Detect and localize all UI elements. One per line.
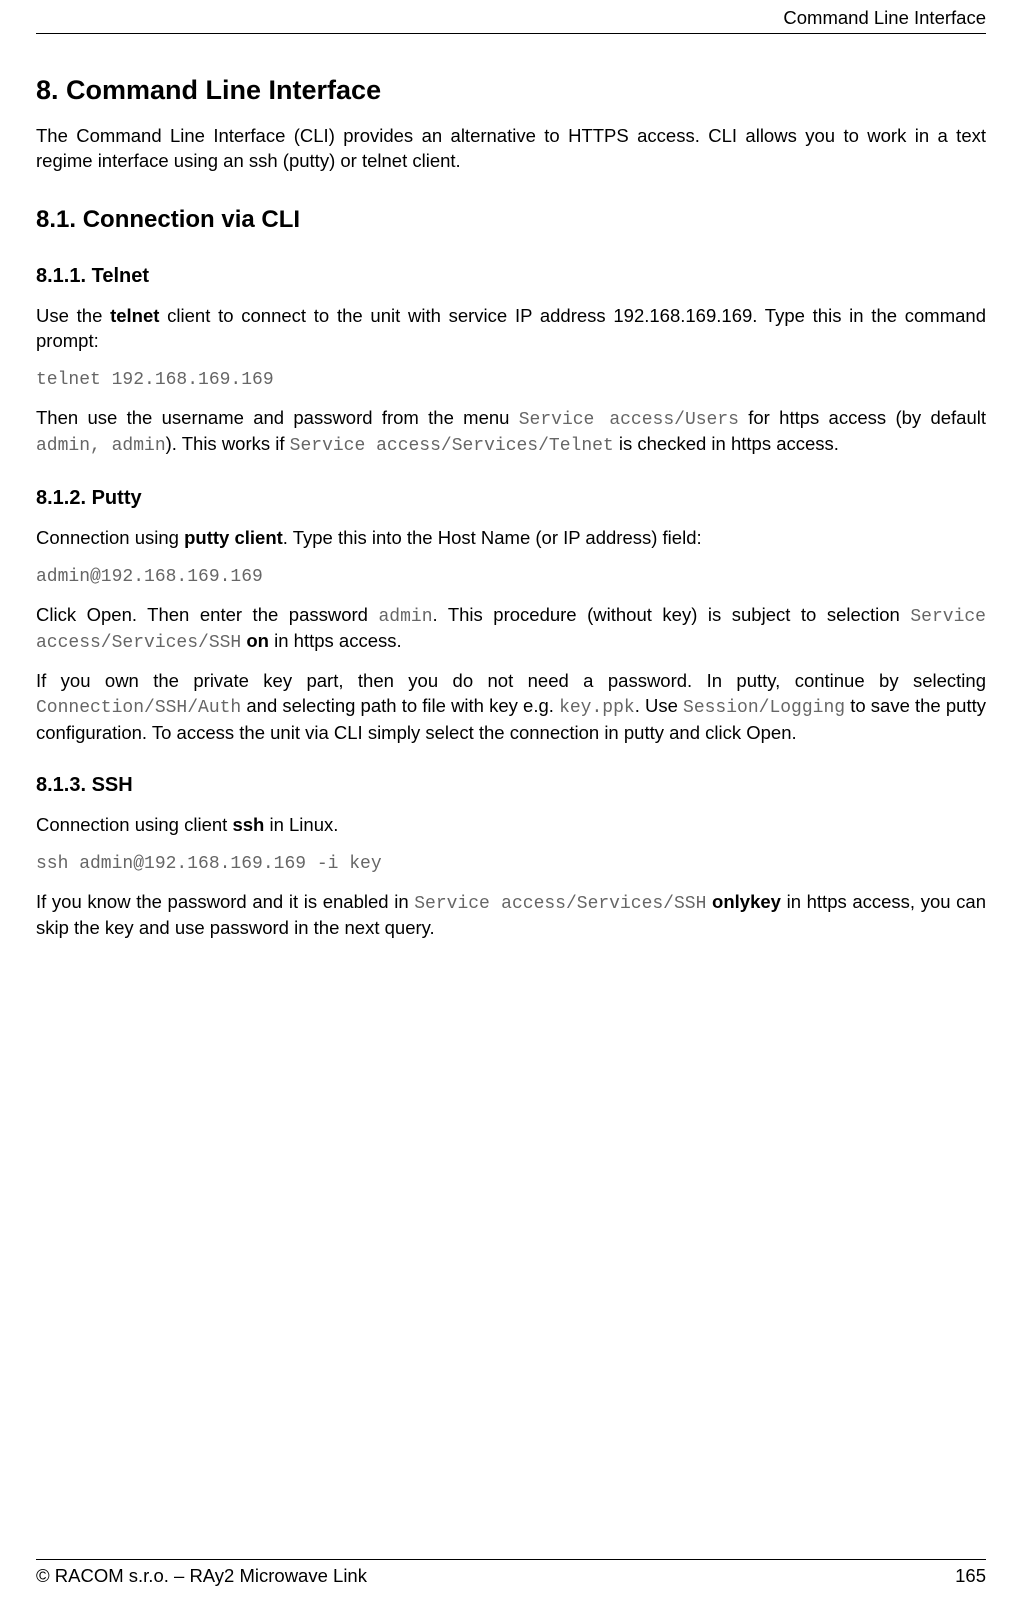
putty-command: admin@192.168.169.169 bbox=[36, 565, 986, 589]
chapter-heading: 8. Command Line Interface bbox=[36, 72, 986, 108]
footer-page-number: 165 bbox=[955, 1564, 986, 1589]
telnet-p2: Then use the username and password from … bbox=[36, 406, 986, 459]
subsection-telnet-heading: 8.1.1. Telnet bbox=[36, 263, 986, 290]
telnet-p1: Use the telnet client to connect to the … bbox=[36, 304, 986, 354]
putty-p2: Click Open. Then enter the password admi… bbox=[36, 603, 986, 656]
putty-p1: Connection using putty client. Type this… bbox=[36, 526, 986, 551]
ssh-p1: Connection using client ssh in Linux. bbox=[36, 813, 986, 838]
ssh-p2: If you know the password and it is enabl… bbox=[36, 890, 986, 941]
subsection-ssh-heading: 8.1.3. SSH bbox=[36, 772, 986, 799]
page-header: Command Line Interface bbox=[36, 0, 986, 34]
header-title: Command Line Interface bbox=[783, 7, 986, 28]
ssh-command: ssh admin@192.168.169.169 -i key bbox=[36, 852, 986, 876]
putty-p3: If you own the private key part, then yo… bbox=[36, 669, 986, 745]
page-footer: © RACOM s.r.o. – RAy2 Microwave Link 165 bbox=[36, 1559, 986, 1589]
footer-copyright: © RACOM s.r.o. – RAy2 Microwave Link bbox=[36, 1564, 367, 1589]
subsection-putty-heading: 8.1.2. Putty bbox=[36, 485, 986, 512]
intro-paragraph: The Command Line Interface (CLI) provide… bbox=[36, 124, 986, 174]
section-heading: 8.1. Connection via CLI bbox=[36, 204, 986, 236]
telnet-command: telnet 192.168.169.169 bbox=[36, 368, 986, 392]
